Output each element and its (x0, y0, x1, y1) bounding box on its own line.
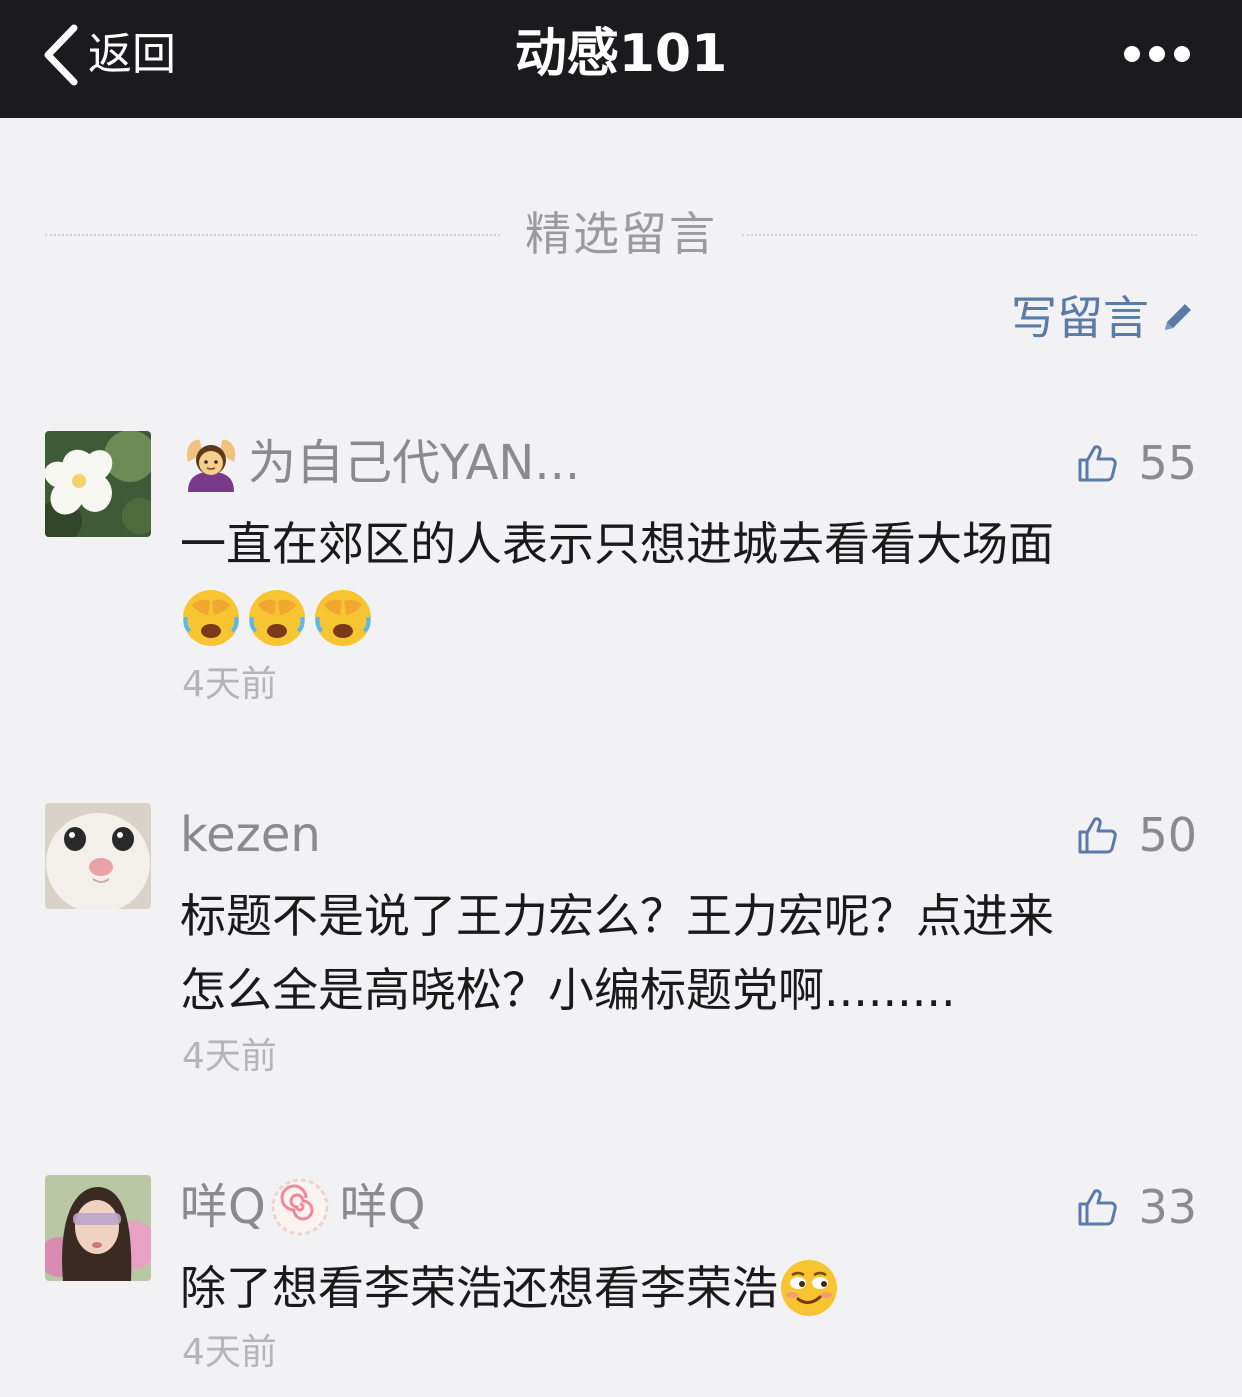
comment-header: kezen (180, 803, 321, 867)
comment-text-line: 除了想看李荣浩还想看李荣浩 (180, 1251, 1190, 1325)
comment-text-line: 一直在郊区的人表示只想进城去看看大场面 (180, 517, 1054, 571)
divider-right (742, 234, 1197, 236)
pencil-icon (1165, 304, 1191, 330)
nickname: 为自己代YAN... (248, 435, 581, 491)
avatar[interactable] (45, 1175, 151, 1281)
comment-time: 4天前 (182, 1036, 277, 1077)
like-count: 55 (1138, 436, 1197, 490)
comment-text: 标题不是说了王力宏么？王力宏呢？点进来 怎么全是高晓松？小编标题党啊......… (180, 879, 1190, 1027)
face-palm-crying-icon (315, 590, 371, 646)
smirking-face-icon (781, 1260, 837, 1316)
more-dot-icon (1149, 46, 1165, 62)
more-dot-icon (1124, 46, 1140, 62)
nickname: kezen (180, 807, 321, 863)
nickname-part: 咩Q (339, 1179, 426, 1235)
woman-gesturing-ok-icon (186, 439, 236, 492)
like-button[interactable]: 33 (1076, 1175, 1197, 1239)
like-button[interactable]: 55 (1076, 431, 1197, 495)
comment-item: 为自己代YAN... 55 一直在郊区的人表示只想进城去看看大场面 4天前 (0, 431, 1242, 711)
cat-avatar-icon (45, 803, 151, 909)
featured-comments-header: 精选留言 (45, 200, 1197, 270)
avatar[interactable] (45, 803, 151, 909)
comment-item: kezen 50 标题不是说了王力宏么？王力宏呢？点进来 怎么全是高晓松？小编标… (0, 803, 1242, 1083)
person-avatar-icon (45, 1175, 151, 1281)
more-options-button[interactable] (1124, 42, 1190, 66)
flower-avatar-icon (45, 431, 151, 537)
comment-emoji-row (180, 581, 1190, 655)
more-dot-icon (1174, 46, 1190, 62)
comment-text-line: 怎么全是高晓松？小编标题党啊......... (180, 963, 956, 1017)
comment-text: 除了想看李荣浩还想看李荣浩 (180, 1251, 1190, 1325)
fish-cake-icon (271, 1178, 329, 1236)
thumbs-up-icon (1078, 817, 1118, 854)
nickname-part: 咩Q (180, 1179, 266, 1235)
comment-header: 为自己代YAN... (180, 431, 580, 495)
page-title: 动感101 (514, 24, 728, 84)
like-button[interactable]: 50 (1076, 803, 1197, 867)
comment-text-content: 除了想看李荣浩还想看李荣浩 (180, 1261, 778, 1315)
write-comment-label: 写留言 (1011, 291, 1149, 345)
avatar[interactable] (45, 431, 151, 537)
thumbs-up-icon (1078, 1189, 1118, 1226)
comment-header: 咩Q 咩Q (180, 1175, 426, 1239)
comment-time: 4天前 (182, 1332, 277, 1373)
comment-time: 4天前 (182, 664, 277, 705)
comment-text: 一直在郊区的人表示只想进城去看看大场面 (180, 507, 1190, 655)
comment-item: 咩Q 咩Q 33 除了想看李荣浩还想看李荣浩 4天前 (0, 1175, 1242, 1385)
write-comment-button[interactable]: 写留言 (1011, 288, 1197, 348)
face-palm-crying-icon (183, 590, 239, 646)
thumbs-up-icon (1078, 445, 1118, 482)
face-palm-crying-icon (249, 590, 305, 646)
like-count: 50 (1138, 808, 1197, 862)
like-count: 33 (1138, 1180, 1197, 1234)
top-navigation-bar: 返回 动感101 (0, 0, 1242, 118)
comment-text-line: 标题不是说了王力宏么？王力宏呢？点进来 (180, 889, 1054, 943)
